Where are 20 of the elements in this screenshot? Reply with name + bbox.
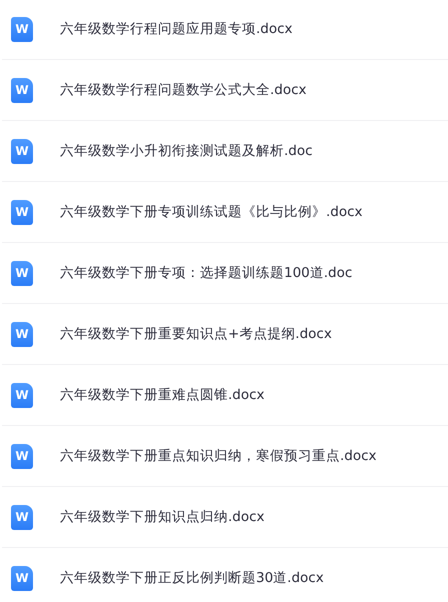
file-name-link[interactable]: 六年级数学下册专项训练试题《比与比例》.docx [60, 203, 363, 221]
word-document-icon: W [11, 138, 33, 164]
word-document-icon: W [11, 382, 33, 408]
word-document-icon: W [11, 16, 33, 42]
file-name-link[interactable]: 六年级数学下册重难点圆锥.docx [60, 386, 265, 404]
file-name-link[interactable]: 六年级数学下册重要知识点+考点提纲.docx [60, 325, 332, 343]
file-name-link[interactable]: 六年级数学小升初衔接测试题及解析.doc [60, 142, 313, 160]
file-name-link[interactable]: 六年级数学下册专项：选择题训练题100道.doc [60, 264, 352, 282]
file-name-link[interactable]: 六年级数学下册正反比例判断题30道.docx [60, 569, 324, 587]
word-document-icon: W [11, 200, 33, 224]
file-name-link[interactable]: 六年级数学下册重点知识归纳，寒假预习重点.docx [60, 447, 377, 465]
file-name-link[interactable]: 六年级数学行程问题应用题专项.docx [60, 20, 293, 38]
file-name-link[interactable]: 六年级数学下册知识点归纳.docx [60, 508, 265, 526]
word-document-icon: W [11, 322, 33, 346]
word-document-icon: W [11, 78, 33, 102]
word-document-icon: W [11, 504, 33, 530]
word-document-icon: W [11, 444, 33, 468]
word-document-icon: W [11, 566, 33, 590]
file-name-link[interactable]: 六年级数学行程问题数学公式大全.docx [60, 81, 307, 99]
word-document-icon: W [11, 260, 33, 286]
